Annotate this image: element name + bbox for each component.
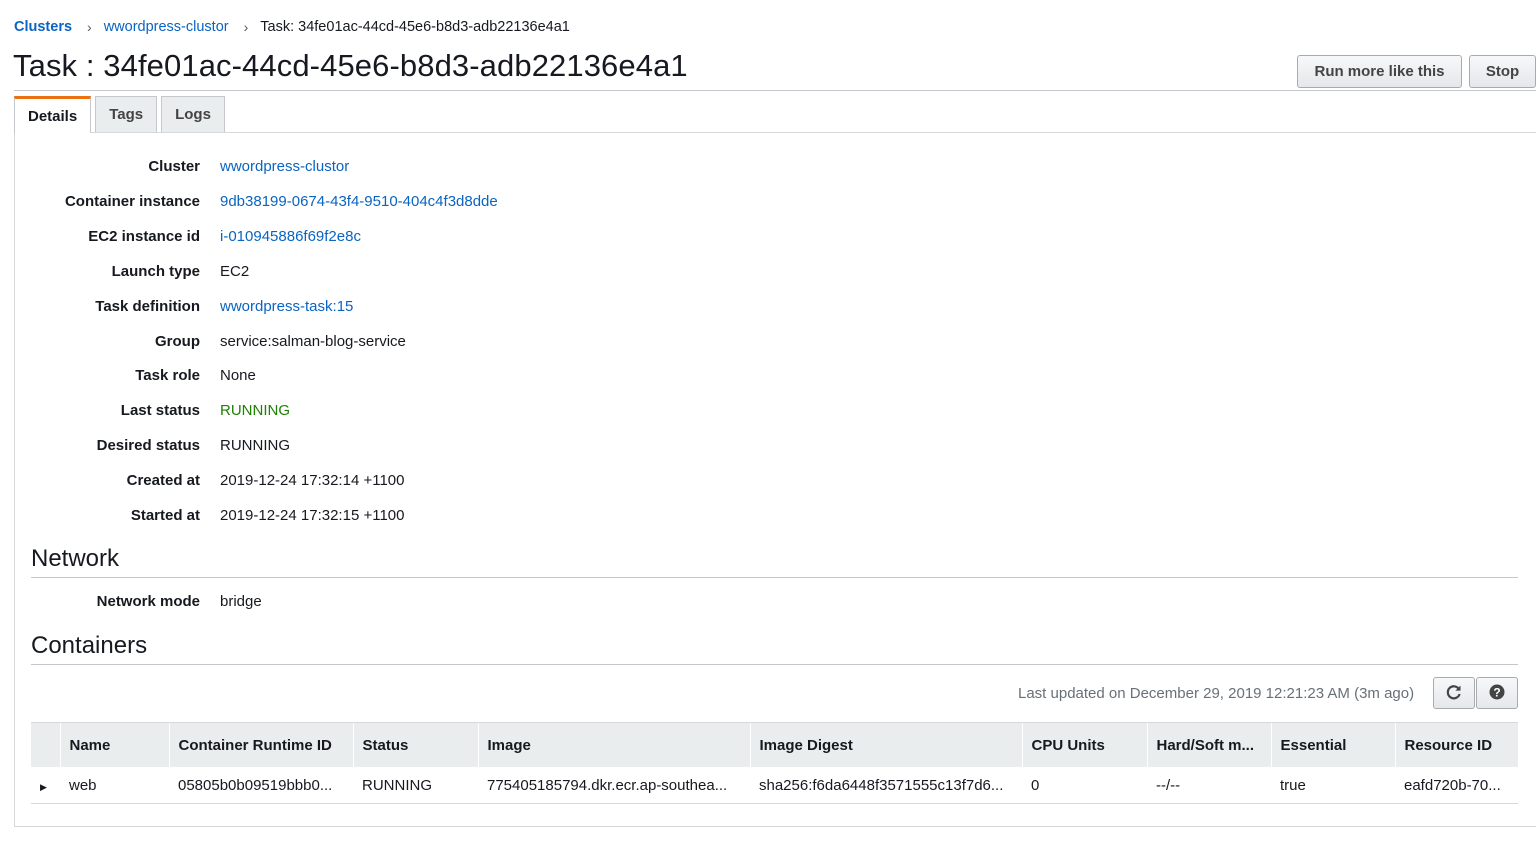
column-header-runtime-id[interactable]: Container Runtime ID [168,722,353,767]
expand-caret-icon[interactable]: ▶ [40,782,47,792]
detail-value: RUNNING [220,437,290,454]
cell-name: web [60,767,169,804]
detail-label: Launch type [111,263,200,280]
detail-label: Group [155,333,200,350]
containers-section-title: Containers [31,632,148,659]
detail-started-at: Started at 2019-12-24 17:32:15 +1100 [0,507,600,527]
cell-cpu-units: 0 [1022,767,1147,804]
expand-cell[interactable]: ▶ [31,767,60,804]
stop-button[interactable]: Stop [1469,55,1536,88]
detail-value: 2019-12-24 17:32:14 +1100 [220,472,405,489]
detail-ec2-instance-id: EC2 instance id i-010945886f69f2e8c [0,228,600,248]
detail-label: Task definition [95,298,200,315]
containers-table: Name Container Runtime ID Status Image I… [31,722,1518,804]
column-header-resource-id[interactable]: Resource ID [1394,722,1518,767]
cell-resource-id: eafd720b-70... [1395,767,1518,804]
last-updated-text: Last updated on December 29, 2019 12:21:… [1018,685,1415,702]
tab-logs[interactable]: Logs [161,96,225,132]
title-divider [14,90,1536,91]
detail-group: Group service:salman-blog-service [0,333,600,353]
detail-network-mode: Network mode bridge [0,593,600,613]
detail-cluster: Cluster wwordpress-clustor [0,158,600,178]
detail-launch-type: Launch type EC2 [0,263,600,283]
page-title: Task : 34fe01ac-44cd-45e6-b8d3-adb22136e… [13,48,688,83]
cell-runtime-id: 05805b0b09519bbb0... [169,767,353,804]
detail-value: service:salman-blog-service [220,333,406,350]
chevron-right-icon: › [243,19,249,35]
column-header-status[interactable]: Status [352,722,478,767]
detail-label: Desired status [96,437,200,454]
column-header-cpu-units[interactable]: CPU Units [1021,722,1147,767]
task-definition-link[interactable]: wwordpress-task:15 [220,298,353,315]
column-header-image[interactable]: Image [477,722,750,767]
detail-value: EC2 [220,263,250,280]
status-badge: RUNNING [220,402,290,419]
detail-label: Network mode [96,593,200,610]
table-header-row: Name Container Runtime ID Status Image I… [31,722,1518,767]
ec2-instance-link[interactable]: i-010945886f69f2e8c [220,228,361,245]
breadcrumb-current: Task: 34fe01ac-44cd-45e6-b8d3-adb22136e4… [260,19,570,35]
detail-last-status: Last status RUNNING [0,402,600,422]
detail-value: None [220,367,256,384]
detail-label: Task role [135,367,200,384]
column-header-memory[interactable]: Hard/Soft m... [1146,722,1271,767]
cell-image: 775405185794.dkr.ecr.ap-southea... [478,767,750,804]
breadcrumb-cluster-link[interactable]: wwordpress-clustor [104,19,229,35]
column-header-image-digest[interactable]: Image Digest [749,722,1022,767]
detail-label: Started at [130,507,200,524]
detail-label: Last status [120,402,200,419]
detail-task-role: Task role None [0,367,600,387]
cell-status: RUNNING [353,767,478,804]
detail-container-instance: Container instance 9db38199-0674-43f4-95… [0,193,600,213]
cell-essential: true [1271,767,1395,804]
detail-value: 2019-12-24 17:32:15 +1100 [220,507,405,524]
network-section-title: Network [31,545,120,572]
column-header-essential[interactable]: Essential [1270,722,1395,767]
svg-text:?: ? [1493,685,1500,699]
containers-divider [31,664,1518,665]
container-instance-link[interactable]: 9db38199-0674-43f4-9510-404c4f3d8dde [220,193,498,210]
cell-memory: --/-- [1147,767,1271,804]
detail-task-definition: Task definition wwordpress-task:15 [0,298,600,318]
breadcrumb-clusters-link[interactable]: Clusters [14,19,72,35]
tab-tags[interactable]: Tags [95,96,158,132]
tab-bar: Details Tags Logs [14,96,229,133]
detail-label: Container instance [64,193,200,210]
table-row: ▶ web 05805b0b09519bbb0... RUNNING 77540… [31,767,1518,804]
expand-column-header [31,722,60,767]
detail-value: bridge [220,593,262,610]
detail-created-at: Created at 2019-12-24 17:32:14 +1100 [0,472,600,492]
help-icon: ? [1489,684,1505,703]
breadcrumb: Clusters › wwordpress-clustor › Task: 34… [14,17,570,37]
refresh-button[interactable] [1433,677,1475,709]
network-divider [31,577,1518,578]
detail-desired-status: Desired status RUNNING [0,437,600,457]
refresh-icon [1445,683,1463,704]
cluster-link[interactable]: wwordpress-clustor [220,158,349,175]
tab-details[interactable]: Details [14,96,92,133]
chevron-right-icon: › [87,19,92,35]
detail-label: Created at [126,472,200,489]
cell-image-digest: sha256:f6da6448f3571555c13f7d6... [750,767,1022,804]
help-button[interactable]: ? [1476,677,1518,709]
column-header-name[interactable]: Name [59,722,169,767]
run-more-like-this-button[interactable]: Run more like this [1297,55,1462,88]
detail-label: Cluster [148,158,200,175]
detail-label: EC2 instance id [88,228,200,245]
